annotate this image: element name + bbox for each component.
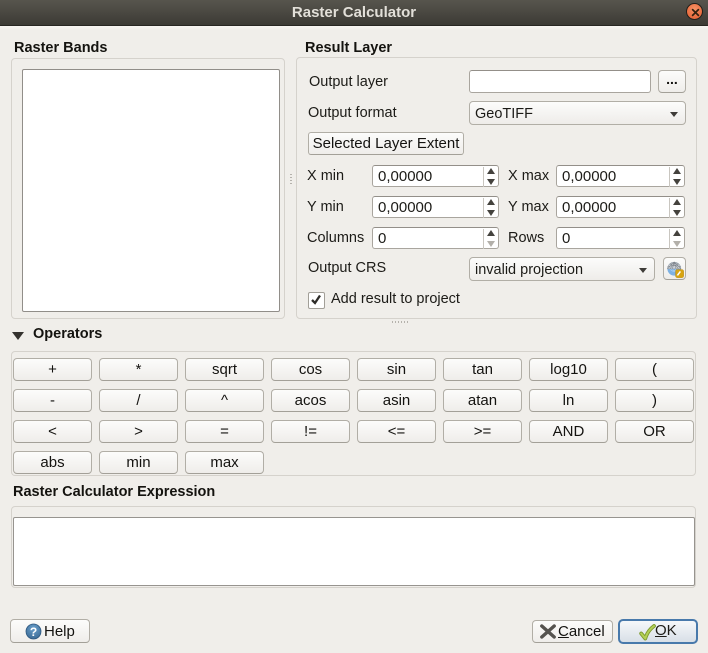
svg-text:?: ? [30,625,37,639]
